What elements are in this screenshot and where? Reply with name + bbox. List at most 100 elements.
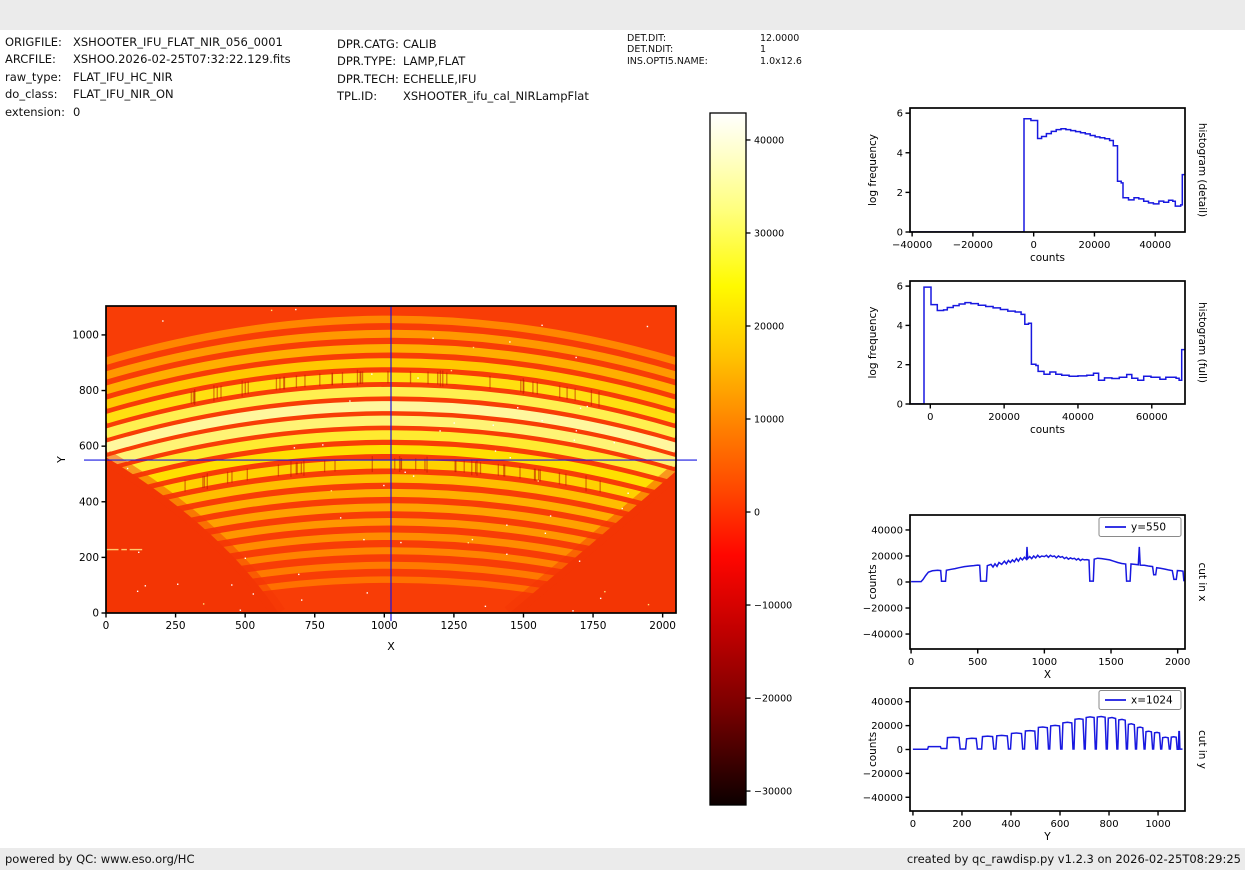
svg-text:600: 600 <box>79 441 99 453</box>
svg-text:0: 0 <box>92 608 99 620</box>
svg-text:−20000: −20000 <box>953 240 993 251</box>
svg-text:800: 800 <box>1099 819 1118 830</box>
svg-text:0: 0 <box>897 228 903 239</box>
svg-text:500: 500 <box>235 620 255 632</box>
svg-text:500: 500 <box>968 657 987 668</box>
field-label: raw_type: <box>5 69 73 86</box>
svg-text:−20000: −20000 <box>863 769 903 780</box>
field-value: 1.0x12.6 <box>760 56 802 67</box>
svg-text:−40000: −40000 <box>863 793 903 804</box>
file-info-row: ARCFILE:XSHOO.2026-02-25T07:32:22.129.fi… <box>5 51 291 68</box>
svg-text:−10000: −10000 <box>754 601 792 612</box>
svg-text:20000: 20000 <box>1079 240 1111 251</box>
svg-text:0: 0 <box>927 412 933 423</box>
field-value: XSHOO.2026-02-25T07:32:22.129.fits <box>73 52 291 66</box>
setup-info-row: INS.OPTI5.NAME:1.0x12.6 <box>627 56 802 67</box>
field-value: LAMP,FLAT <box>403 54 465 68</box>
svg-text:histogram (detail): histogram (detail) <box>1196 123 1208 217</box>
svg-text:60000: 60000 <box>1136 412 1168 423</box>
file-info-row: extension:0 <box>5 104 291 121</box>
field-label: TPL.ID: <box>337 88 403 105</box>
svg-text:2: 2 <box>897 188 903 199</box>
svg-text:20000: 20000 <box>871 551 903 562</box>
svg-text:log frequency: log frequency <box>867 134 879 206</box>
svg-text:200: 200 <box>79 552 99 564</box>
colorbar: 400003000020000100000−10000−20000−30000 <box>700 105 820 820</box>
svg-text:800: 800 <box>79 385 99 397</box>
svg-text:1000: 1000 <box>1145 819 1170 830</box>
svg-text:1000: 1000 <box>72 329 99 341</box>
footer-powered-by: powered by QC: www.eso.org/HC <box>5 848 194 870</box>
svg-text:Y: Y <box>55 456 68 464</box>
svg-text:600: 600 <box>1050 819 1069 830</box>
svg-text:400: 400 <box>1001 819 1020 830</box>
type-info-column: DPR.CATG:CALIB DPR.TYPE:LAMP,FLAT DPR.TE… <box>337 36 589 106</box>
svg-text:40000: 40000 <box>871 697 903 708</box>
svg-text:x=1024: x=1024 <box>1131 695 1173 707</box>
svg-text:40000: 40000 <box>1062 412 1094 423</box>
svg-text:1500: 1500 <box>1098 657 1123 668</box>
svg-text:−20000: −20000 <box>754 694 792 705</box>
setup-info-column: DET.DIT:12.0000 DET.NDIT:1 INS.OPTI5.NAM… <box>627 33 802 67</box>
file-info-row: ORIGFILE:XSHOOTER_IFU_FLAT_NIR_056_0001 <box>5 34 291 51</box>
svg-text:200: 200 <box>952 819 971 830</box>
footer-created-by: created by qc_rawdisp.py v1.2.3 on 2026-… <box>907 848 1241 870</box>
svg-text:histogram (full): histogram (full) <box>1196 302 1208 383</box>
svg-text:0: 0 <box>897 578 903 589</box>
svg-text:1750: 1750 <box>580 620 607 632</box>
svg-text:250: 250 <box>166 620 186 632</box>
svg-text:cut in y: cut in y <box>1196 730 1208 769</box>
svg-text:20000: 20000 <box>988 412 1020 423</box>
header-bar <box>0 0 1245 30</box>
field-label: DET.NDIT: <box>627 44 760 55</box>
histogram-detail-plot: −40000−20000020000400000246countslog fre… <box>855 98 1245 283</box>
svg-text:−40000: −40000 <box>863 630 903 641</box>
svg-text:1500: 1500 <box>510 620 537 632</box>
type-info-row: DPR.TYPE:LAMP,FLAT <box>337 53 589 70</box>
svg-text:log frequency: log frequency <box>867 306 879 378</box>
svg-text:750: 750 <box>305 620 325 632</box>
svg-text:−40000: −40000 <box>892 240 932 251</box>
svg-text:cut in x: cut in x <box>1196 562 1208 601</box>
svg-text:4: 4 <box>897 321 903 332</box>
file-info-row: do_class:FLAT_IFU_NIR_ON <box>5 86 291 103</box>
file-info-row: raw_type:FLAT_IFU_HC_NIR <box>5 69 291 86</box>
field-label: DPR.CATG: <box>337 36 403 53</box>
field-label: ARCFILE: <box>5 51 73 68</box>
svg-text:Y: Y <box>1043 831 1051 843</box>
svg-text:30000: 30000 <box>754 228 784 239</box>
svg-text:2000: 2000 <box>649 620 676 632</box>
cut-in-x-plot: 0500100015002000−40000−2000002000040000X… <box>855 505 1245 690</box>
field-value: FLAT_IFU_HC_NIR <box>73 70 173 84</box>
svg-text:0: 0 <box>103 620 110 632</box>
field-label: extension: <box>5 104 73 121</box>
svg-text:0: 0 <box>897 745 903 756</box>
field-label: ORIGFILE: <box>5 34 73 51</box>
setup-info-row: DET.DIT:12.0000 <box>627 33 802 44</box>
field-label: DET.DIT: <box>627 33 760 44</box>
setup-info-row: DET.NDIT:1 <box>627 44 802 55</box>
histogram-full-plot: 02000040000600000246countslog frequencyh… <box>855 271 1245 456</box>
file-info-column: ORIGFILE:XSHOOTER_IFU_FLAT_NIR_056_0001 … <box>5 34 291 121</box>
field-value: CALIB <box>403 37 437 51</box>
svg-text:1250: 1250 <box>441 620 468 632</box>
svg-text:2000: 2000 <box>1165 657 1190 668</box>
svg-text:X: X <box>387 640 395 653</box>
type-info-row: TPL.ID:XSHOOTER_ifu_cal_NIRLampFlat <box>337 88 589 105</box>
field-label: do_class: <box>5 86 73 103</box>
field-value: ECHELLE,IFU <box>403 72 476 86</box>
svg-text:0: 0 <box>908 657 914 668</box>
field-value: 12.0000 <box>760 33 799 44</box>
svg-text:counts: counts <box>867 732 879 767</box>
svg-text:40000: 40000 <box>1139 240 1171 251</box>
svg-text:2: 2 <box>897 360 903 371</box>
field-value: 1 <box>760 44 766 55</box>
field-value: FLAT_IFU_NIR_ON <box>73 87 174 101</box>
svg-text:counts: counts <box>867 564 879 599</box>
field-value: XSHOOTER_IFU_FLAT_NIR_056_0001 <box>73 35 283 49</box>
svg-text:counts: counts <box>1030 252 1065 264</box>
field-value: 0 <box>73 105 80 119</box>
svg-text:counts: counts <box>1030 424 1065 436</box>
svg-text:20000: 20000 <box>871 721 903 732</box>
svg-text:0: 0 <box>910 819 916 830</box>
